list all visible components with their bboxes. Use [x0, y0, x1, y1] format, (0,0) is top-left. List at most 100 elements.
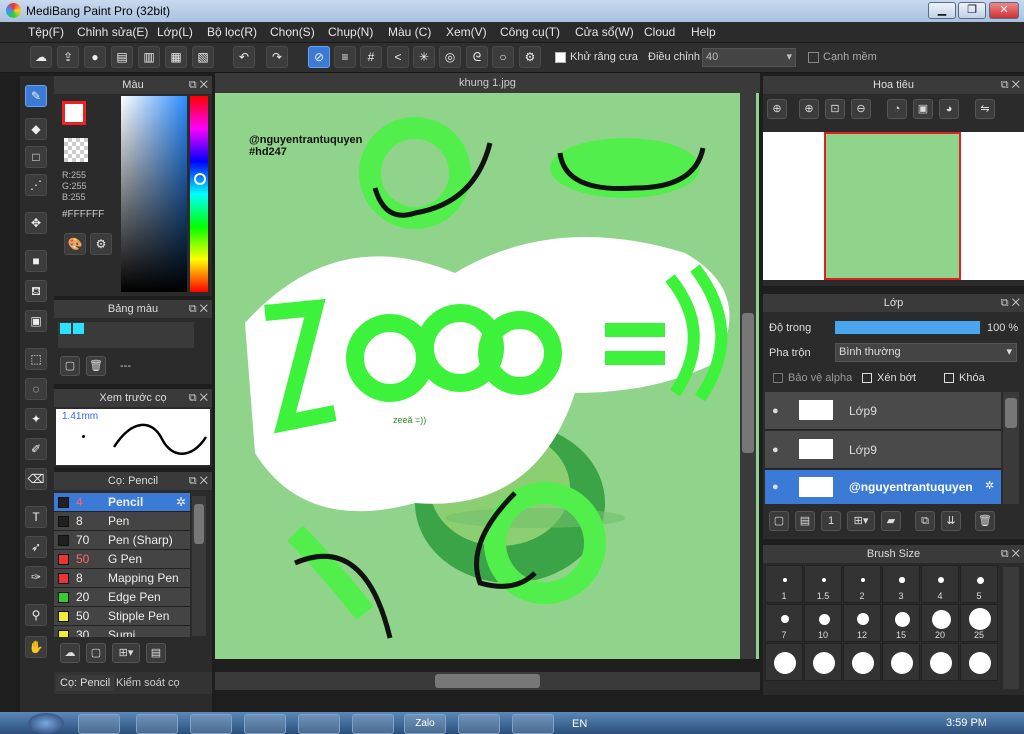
start-button[interactable]	[28, 713, 64, 734]
menu-help[interactable]: Help	[691, 25, 716, 39]
language-indicator[interactable]: EN	[572, 718, 587, 730]
gear-icon[interactable]: ✲	[176, 493, 186, 512]
hue-slider[interactable]	[190, 96, 208, 292]
new-halftone-layer-icon[interactable]: ▤	[795, 511, 815, 531]
fit-icon[interactable]: ⊡	[825, 99, 845, 119]
brush-size-cell[interactable]: 10	[804, 604, 842, 642]
perspective-snap-icon[interactable]: <	[387, 46, 409, 68]
new-brush-icon[interactable]: ▢	[86, 643, 106, 663]
ellipse-snap-icon[interactable]: ○	[492, 46, 514, 68]
soften-checkbox[interactable]	[808, 52, 819, 63]
select-rect-icon[interactable]: ⬚	[25, 348, 47, 370]
brush-size-cell[interactable]: 15	[882, 604, 920, 642]
select-pen-icon[interactable]: ✐	[25, 438, 47, 460]
rotate-right-icon[interactable]: ◕	[939, 99, 959, 119]
brush-size-cell[interactable]: 1.5	[804, 565, 842, 603]
antialias-checkbox[interactable]	[555, 52, 566, 63]
brush-item[interactable]: 20 Edge Pen	[54, 588, 190, 607]
brush-item[interactable]: 8 Mapping Pen	[54, 569, 190, 588]
brush-size-cell[interactable]	[921, 643, 959, 681]
delete-palette-icon[interactable]: 🗑	[86, 356, 106, 376]
menu-tools[interactable]: Công cụ(T)	[500, 25, 560, 39]
brush-item[interactable]: 70 Pen (Sharp)	[54, 531, 190, 550]
rotate-icon[interactable]: ◔	[887, 99, 907, 119]
layer-item[interactable]: ● Lớp9	[765, 392, 1001, 430]
saturation-value-picker[interactable]	[121, 96, 187, 292]
share-icon[interactable]: ⇪	[57, 46, 79, 68]
menu-file[interactable]: Tệp(F)	[28, 25, 64, 39]
divide-tool-icon[interactable]: ✑	[25, 566, 47, 588]
taskbar-app-zalo[interactable]: Zalo	[404, 714, 446, 734]
zoom-out-icon[interactable]: ⊖	[851, 99, 871, 119]
duplicate-layer-icon[interactable]: ⧉	[915, 511, 935, 531]
adjust-select[interactable]: 40 ▾	[702, 48, 796, 67]
layout-icon[interactable]: ▧	[192, 46, 214, 68]
operation-tool-icon[interactable]: ➶	[25, 536, 47, 558]
new-palette-icon[interactable]: ▢	[60, 356, 80, 376]
brush-item[interactable]: 4 Pencil ✲	[54, 493, 190, 512]
circle-snap-icon[interactable]: ◎	[439, 46, 461, 68]
cloud-brush-icon[interactable]: ☁	[60, 643, 80, 663]
new-layer-icon[interactable]: ▢	[769, 511, 789, 531]
menu-capture[interactable]: Chụp(N)	[328, 25, 373, 39]
brush-size-cell[interactable]: 2	[843, 565, 881, 603]
taskbar-app-excel[interactable]	[244, 714, 286, 734]
reset-icon[interactable]: ▣	[913, 99, 933, 119]
brush-size-cell[interactable]	[765, 643, 803, 681]
settings-icon[interactable]: ⚙	[519, 46, 541, 68]
brush-size-cell[interactable]	[960, 643, 998, 681]
tab-brush[interactable]: Cọ: Pencil	[56, 675, 115, 691]
cloud-icon[interactable]: ☁	[30, 46, 52, 68]
fill-rect-tool-icon[interactable]: ■	[25, 250, 47, 272]
panel-controls-icon[interactable]: ⧉ ✕	[1001, 545, 1020, 563]
panel-controls-icon[interactable]: ⧉ ✕	[1001, 76, 1020, 94]
brush-size-cell[interactable]: 7	[765, 604, 803, 642]
panel-controls-icon[interactable]: ⧉ ✕	[189, 472, 208, 490]
maximize-button[interactable]: ❐	[958, 2, 986, 19]
eye-icon[interactable]: ●	[772, 481, 779, 493]
eraser-tool-icon[interactable]: ◆	[25, 118, 47, 140]
page-icon[interactable]: ▥	[138, 46, 160, 68]
lock-checkbox[interactable]	[944, 373, 954, 383]
clip-checkbox[interactable]	[862, 373, 872, 383]
taskbar-app-powerpoint[interactable]	[136, 714, 178, 734]
brush-tool-icon[interactable]: ✎	[25, 85, 47, 107]
foreground-color-swatch[interactable]	[62, 101, 86, 125]
navigator-preview[interactable]	[763, 132, 1024, 280]
layer-scrollbar[interactable]	[1003, 392, 1019, 504]
panel-controls-icon[interactable]: ⧉ ✕	[189, 300, 208, 318]
brush-size-scrollbar[interactable]	[1003, 567, 1019, 689]
parallel-snap-icon[interactable]: ≡	[334, 46, 356, 68]
taskbar-app-paint[interactable]	[458, 714, 500, 734]
add-brush-menu-icon[interactable]: ⊞▾	[112, 643, 140, 663]
merge-layer-icon[interactable]: ⇊	[941, 511, 961, 531]
select-eraser-icon[interactable]: ⌫	[25, 468, 47, 490]
menu-filter[interactable]: Bộ lọc(R)	[207, 25, 257, 39]
gear-icon[interactable]: ✲	[985, 479, 994, 492]
redo-icon[interactable]: ↷	[266, 46, 288, 68]
protect-alpha-checkbox[interactable]	[773, 373, 783, 383]
shape-tool-icon[interactable]: □	[25, 146, 47, 168]
text-tool-icon[interactable]: T	[25, 506, 47, 528]
add-layer-menu-icon[interactable]: ⊞▾	[847, 511, 875, 531]
drawing-canvas[interactable]: @nguyentrantuquyen #hd247 zeeã =))	[215, 93, 759, 659]
transparent-swatch[interactable]	[64, 138, 88, 162]
brush-settings-icon[interactable]: ▤	[146, 643, 166, 663]
opacity-slider[interactable]	[835, 321, 980, 334]
panel-controls-icon[interactable]: ⧉ ✕	[189, 76, 208, 94]
grid-snap-icon[interactable]: #	[360, 46, 382, 68]
brush-item[interactable]: 8 Pen	[54, 512, 190, 531]
magic-wand-icon[interactable]: ✦	[25, 408, 47, 430]
layer-item[interactable]: ● Lớp9	[765, 431, 1001, 469]
menu-view[interactable]: Xem(V)	[446, 25, 487, 39]
menu-color[interactable]: Màu (C)	[388, 25, 431, 39]
flip-icon[interactable]: ⇋	[975, 99, 995, 119]
palette-swatch[interactable]	[73, 323, 84, 334]
taskbar-app-explorer[interactable]	[78, 714, 120, 734]
taskbar-app-medibang[interactable]	[352, 714, 394, 734]
brush-item[interactable]: 30 Sumi	[54, 626, 190, 637]
panel-controls-icon[interactable]: ⧉ ✕	[1001, 294, 1020, 312]
taskbar-app-chrome-2[interactable]	[512, 714, 554, 734]
brush-item[interactable]: 50 G Pen	[54, 550, 190, 569]
taskbar-app-chrome[interactable]	[298, 714, 340, 734]
